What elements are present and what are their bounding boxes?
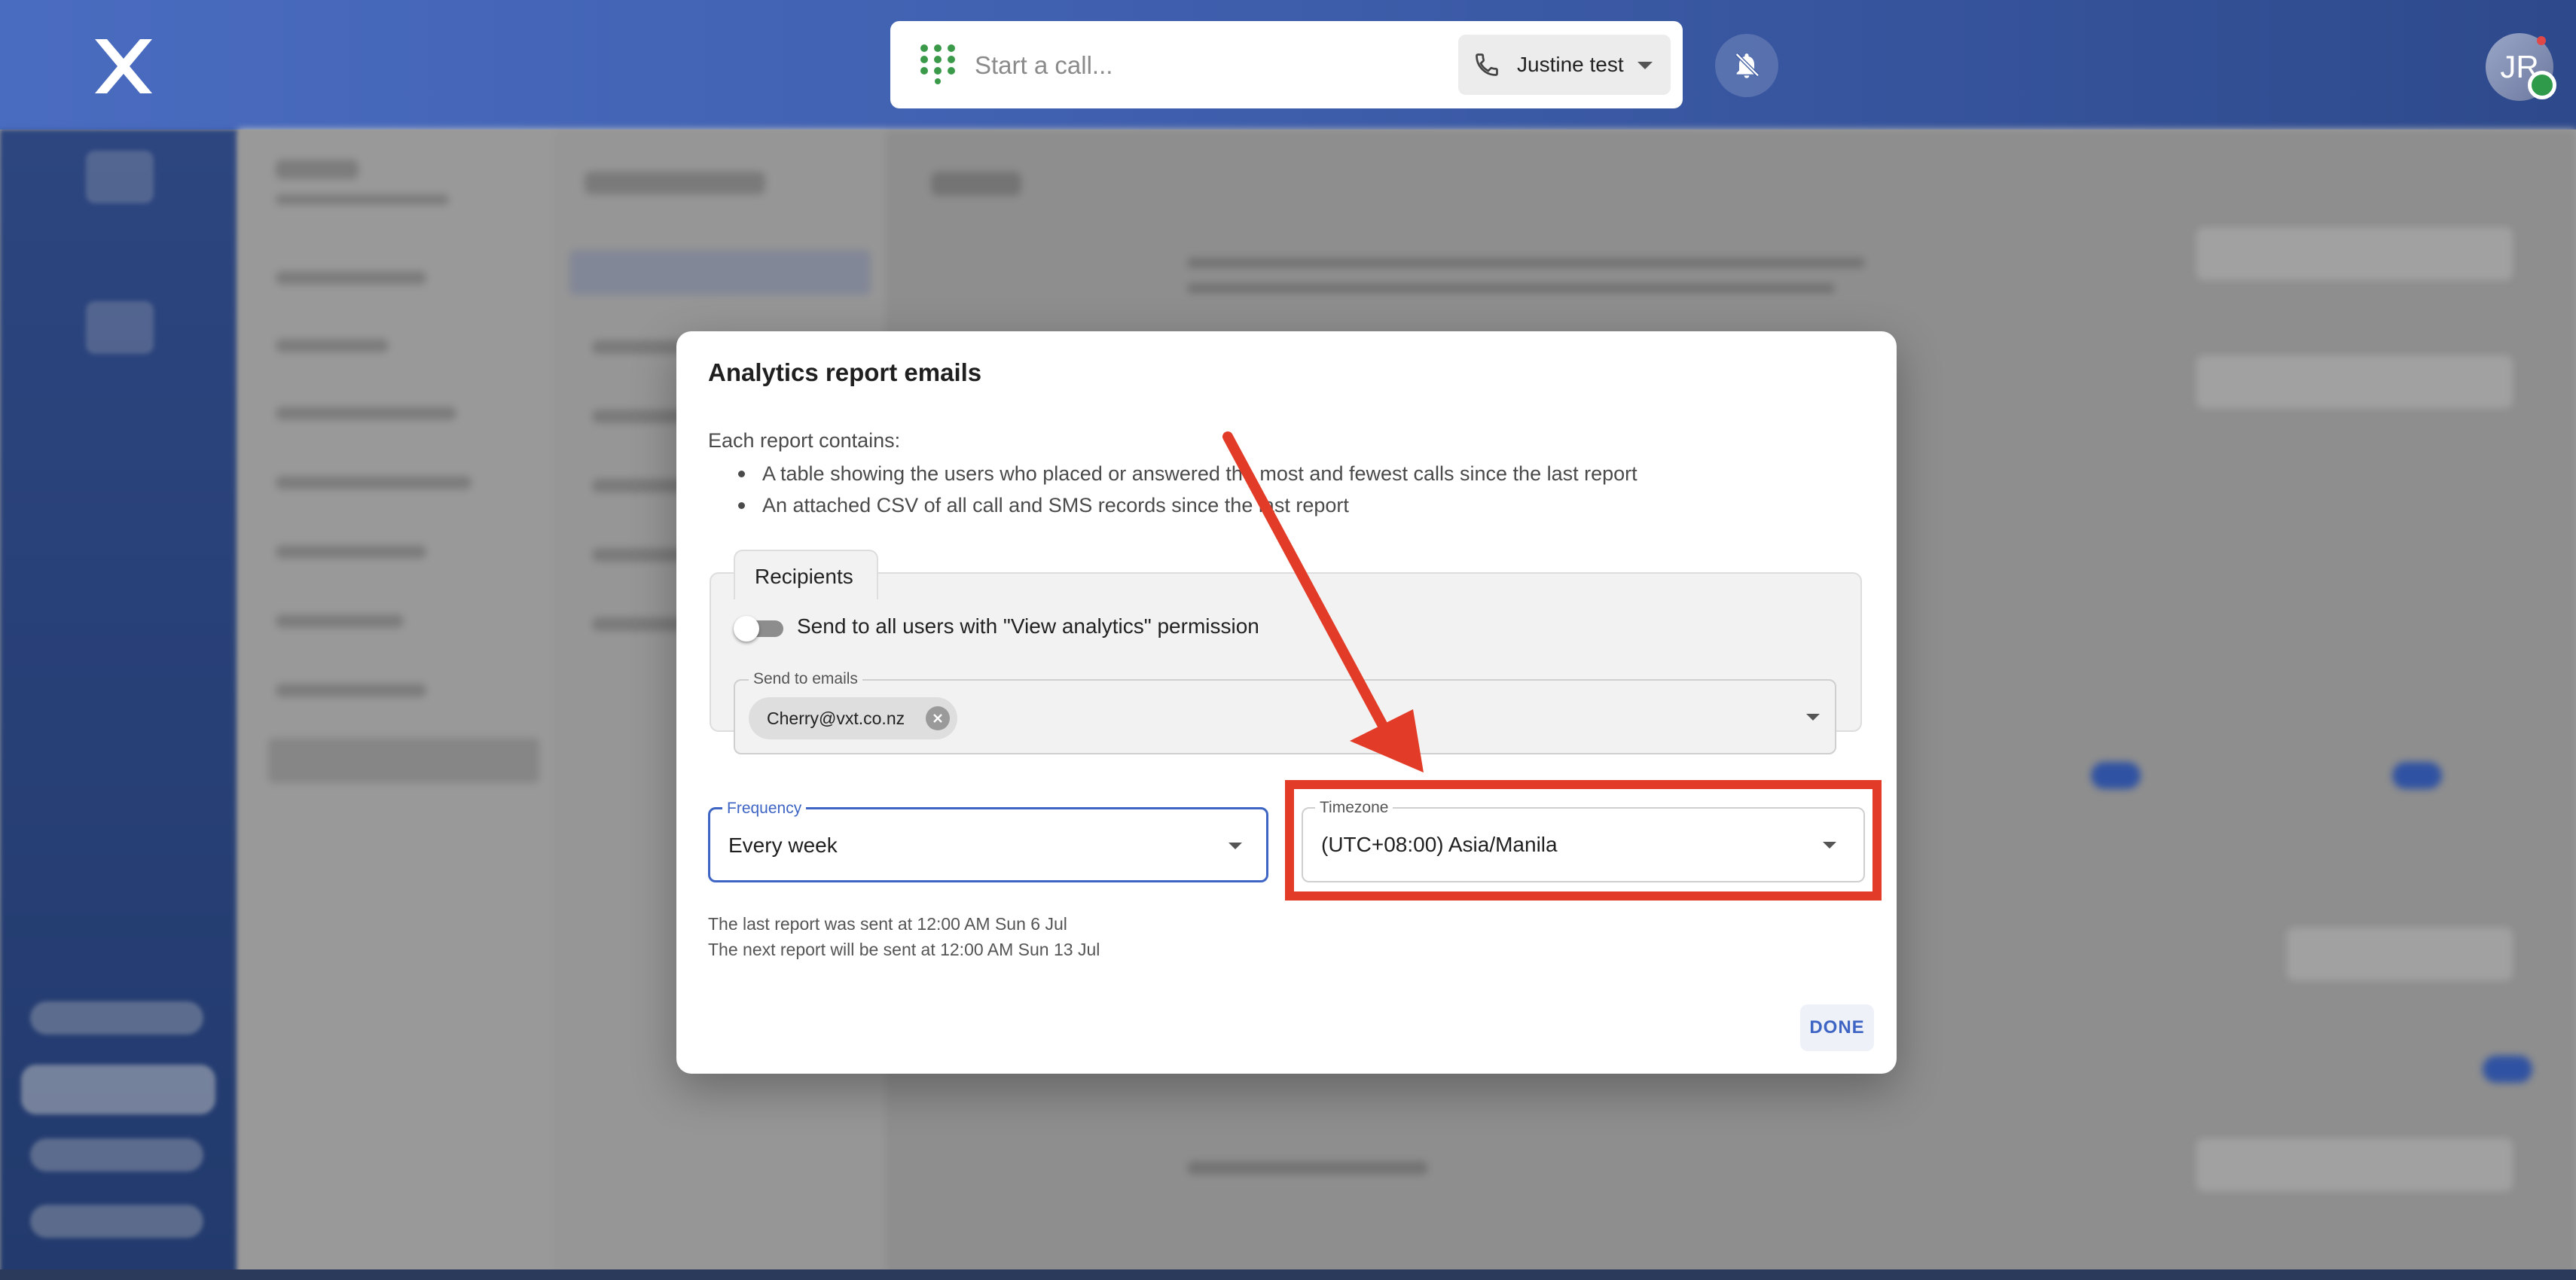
chevron-down-icon [1637,62,1653,69]
recipients-tab-label: Recipients [755,565,853,588]
bell-off-icon [1735,53,1760,78]
dialpad-icon[interactable] [917,44,958,84]
send-to-emails-field[interactable]: Send to emails Cherry@vxt.co.nz [734,670,1836,754]
frequency-label: Frequency [722,800,807,818]
status-indicator [2528,71,2556,99]
notification-dot [2537,36,2546,45]
dialog-title: Analytics report emails [708,358,982,386]
send-to-emails-label: Send to emails [749,670,862,688]
last-report-text: The last report was sent at 12:00 AM Sun… [708,914,1067,934]
list-item: An attached CSV of all call and SMS reco… [738,489,1637,521]
done-button[interactable]: DONE [1800,1004,1874,1051]
send-to-all-label: Send to all users with "View analytics" … [797,614,1259,638]
send-to-all-toggle[interactable] [734,616,783,642]
recipients-tab: Recipients [734,550,878,599]
next-report-text: The next report will be sent at 12:00 AM… [708,940,1100,959]
chevron-down-icon[interactable] [1806,714,1820,721]
annotation-highlight-box [1285,780,1882,901]
chevron-down-icon [1228,843,1242,849]
recipients-panel: Send to all users with "View analytics" … [710,572,1862,754]
frequency-value: Every week [728,834,838,857]
start-call-input[interactable]: Start a call... [975,51,1113,80]
phone-icon [1476,53,1498,76]
analytics-report-dialog: Analytics report emails Each report cont… [676,331,1897,1074]
line-selector-label: Justine test [1517,53,1624,76]
report-contents-list: A table showing the users who placed or … [738,458,1637,521]
notifications-muted-button[interactable] [1715,34,1778,97]
start-call-box[interactable]: Start a call... Justine test [890,21,1683,108]
line-selector[interactable]: Justine test [1458,35,1671,95]
email-chip-label: Cherry@vxt.co.nz [767,709,905,728]
top-bar: Start a call... Justine test JR [0,0,2576,130]
vxt-logo-icon[interactable] [90,36,154,96]
list-item: A table showing the users who placed or … [738,458,1637,489]
email-chip[interactable]: Cherry@vxt.co.nz [749,697,958,739]
frequency-select[interactable]: Frequency Every week [708,800,1268,882]
report-contents-intro: Each report contains: [708,429,901,452]
window-bottom-edge [0,1269,2576,1280]
close-icon [933,714,942,723]
remove-email-button[interactable] [926,706,951,730]
